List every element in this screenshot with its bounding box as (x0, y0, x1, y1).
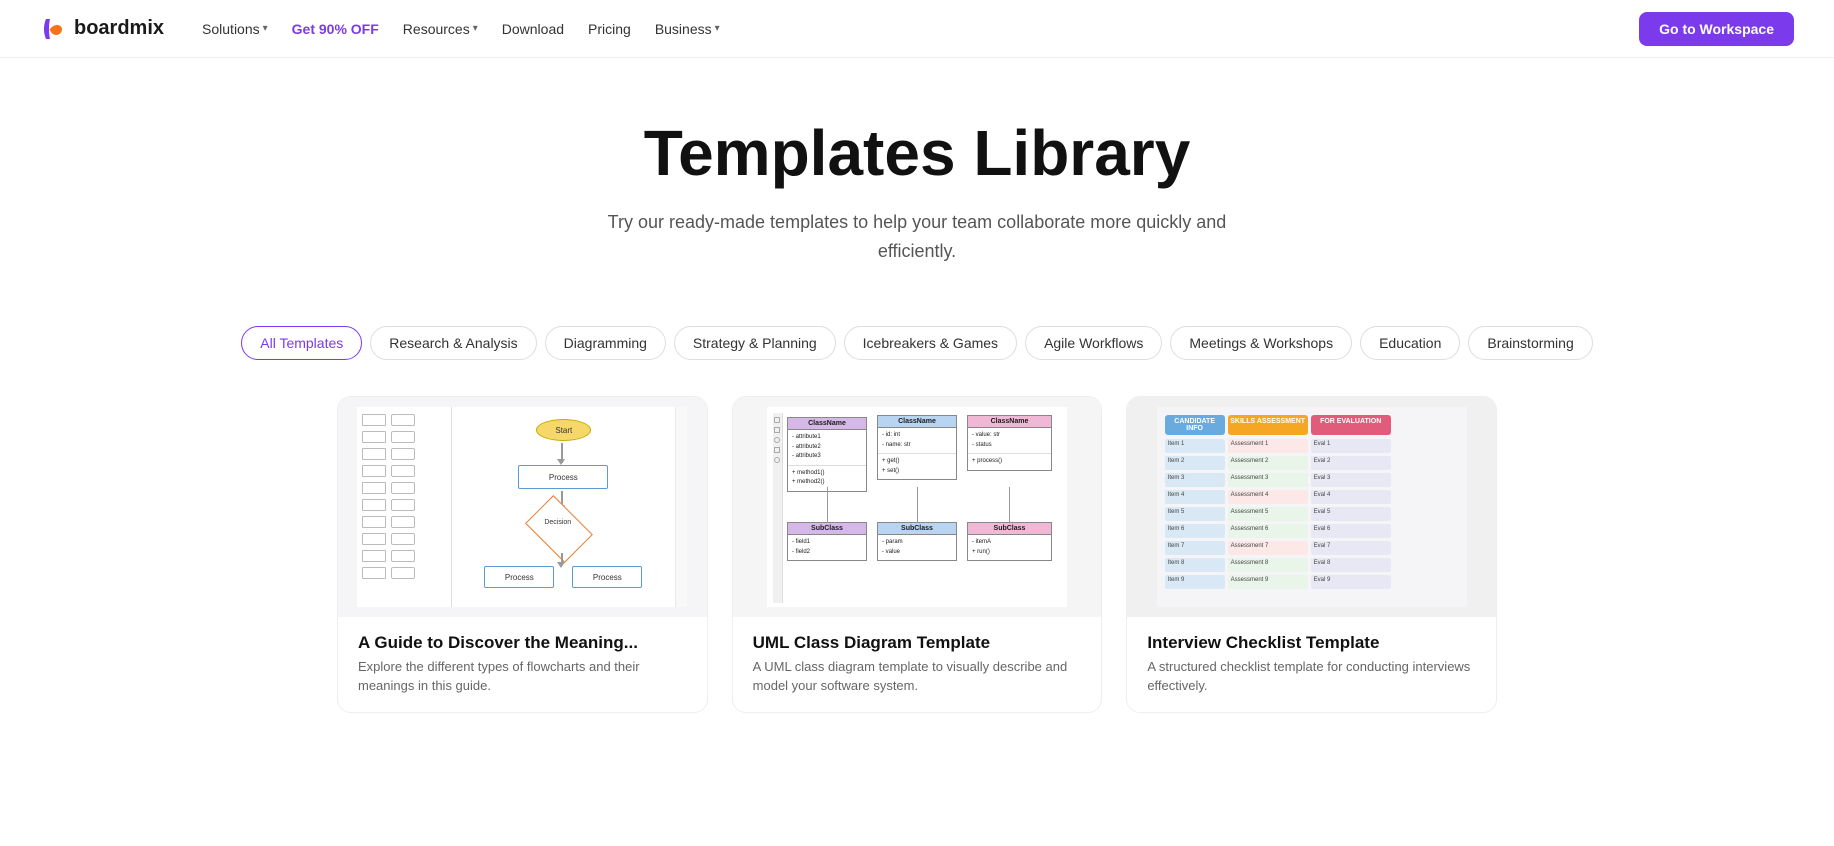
filter-tab-strategy[interactable]: Strategy & Planning (674, 326, 836, 360)
chevron-down-icon-3: ▾ (715, 23, 720, 34)
template-card-checklist[interactable]: CANDIDATE INFO SKILLS ASSESSMENT FOR EVA… (1126, 396, 1497, 713)
card-title-checklist: Interview Checklist Template (1147, 633, 1476, 653)
template-grid: Start Process Decision Proc (277, 360, 1557, 749)
card-desc-uml: A UML class diagram template to visually… (753, 657, 1082, 696)
workspace-button[interactable]: Go to Workspace (1639, 12, 1794, 46)
nav-links: Solutions ▾ Get 90% OFF Resources ▾ Down… (192, 15, 730, 43)
filter-tab-brainstorming[interactable]: Brainstorming (1468, 326, 1592, 360)
template-card-flowchart[interactable]: Start Process Decision Proc (337, 396, 708, 713)
nav-pricing[interactable]: Pricing (578, 15, 641, 43)
chevron-down-icon: ▾ (263, 23, 268, 34)
hero-section: Templates Library Try our ready-made tem… (0, 58, 1834, 306)
filter-tab-icebreakers[interactable]: Icebreakers & Games (844, 326, 1017, 360)
card-desc-checklist: A structured checklist template for cond… (1147, 657, 1476, 696)
filter-tab-meetings[interactable]: Meetings & Workshops (1170, 326, 1352, 360)
nav-solutions[interactable]: Solutions ▾ (192, 15, 278, 43)
filter-tab-agile[interactable]: Agile Workflows (1025, 326, 1162, 360)
nav-discount[interactable]: Get 90% OFF (282, 15, 389, 43)
card-desc-flowchart: Explore the different types of flowchart… (358, 657, 687, 696)
filter-tab-all[interactable]: All Templates (241, 326, 362, 360)
page-title: Templates Library (20, 118, 1814, 188)
filter-tab-research[interactable]: Research & Analysis (370, 326, 536, 360)
hero-subtitle: Try our ready-made templates to help you… (577, 208, 1257, 266)
filter-tabs: All TemplatesResearch & Analysis Diagramm… (0, 306, 1834, 360)
template-card-uml[interactable]: ClassName - attribute1- attribute2- attr… (732, 396, 1103, 713)
nav-left: boardmix Solutions ▾ Get 90% OFF Resourc… (40, 15, 730, 43)
nav-resources[interactable]: Resources ▾ (393, 15, 488, 43)
brand-name: boardmix (74, 17, 164, 40)
chevron-down-icon-2: ▾ (473, 23, 478, 34)
filter-tab-education[interactable]: Education (1360, 326, 1460, 360)
navbar: boardmix Solutions ▾ Get 90% OFF Resourc… (0, 0, 1834, 58)
card-title-uml: UML Class Diagram Template (753, 633, 1082, 653)
filter-tab-diagramming[interactable]: Diagramming (545, 326, 666, 360)
brand-logo-icon (40, 15, 68, 43)
brand-logo[interactable]: boardmix (40, 15, 164, 43)
card-title-flowchart: A Guide to Discover the Meaning... (358, 633, 687, 653)
nav-download[interactable]: Download (492, 15, 574, 43)
nav-business[interactable]: Business ▾ (645, 15, 730, 43)
